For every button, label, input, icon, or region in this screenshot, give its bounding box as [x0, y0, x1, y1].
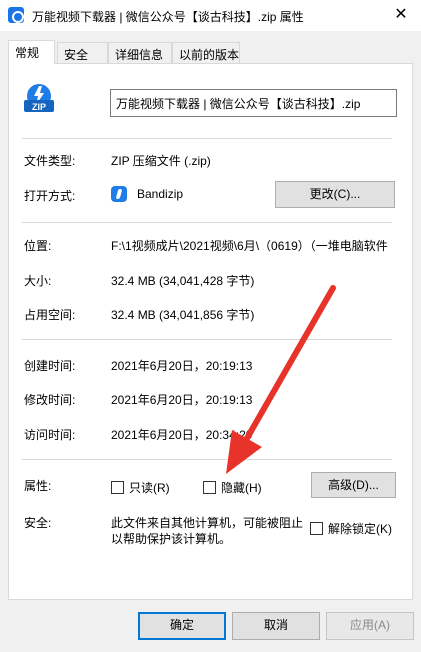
tab-general[interactable]: 常规: [8, 40, 55, 64]
cancel-button[interactable]: 取消: [232, 612, 320, 640]
apply-button[interactable]: 应用(A): [326, 612, 414, 640]
annotation-arrow: [226, 285, 336, 474]
ok-button[interactable]: 确定: [138, 612, 226, 640]
